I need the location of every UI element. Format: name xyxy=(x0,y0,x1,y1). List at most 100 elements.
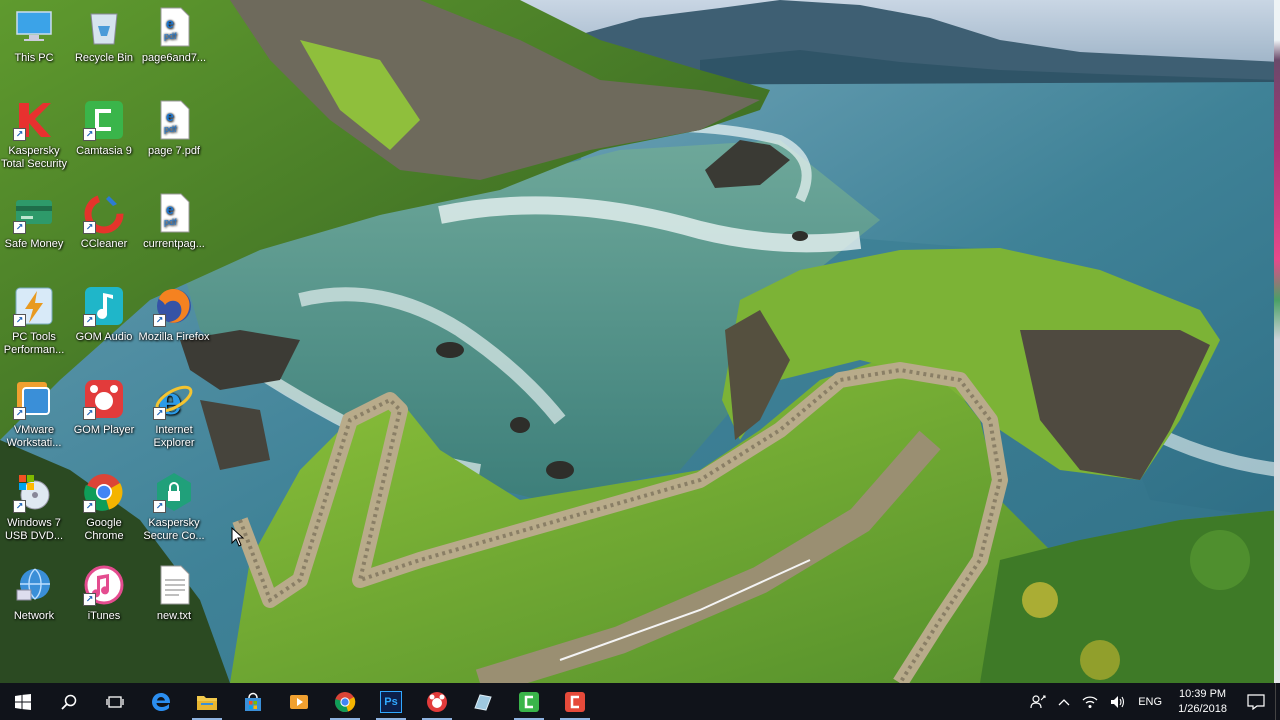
desktop-icon-kaspersky-total-security[interactable]: ↗ Kaspersky Total Security xyxy=(0,93,68,177)
shortcut-arrow-icon: ↗ xyxy=(83,314,96,327)
desktop-icon-gom-audio[interactable]: ↗ GOM Audio xyxy=(70,279,138,363)
desktop-icon-this-pc[interactable]: This PC xyxy=(0,0,68,84)
itunes-icon: ↗ xyxy=(83,564,125,606)
window-edge-strip xyxy=(1274,0,1280,683)
pdf-file-icon: e pdf xyxy=(153,192,195,234)
taskbar-app[interactable] xyxy=(460,683,506,720)
desktop-icon-ccleaner[interactable]: ↗ CCleaner xyxy=(70,186,138,270)
desktop-icon-label: new.txt xyxy=(156,610,192,622)
desktop-icon-vmware-workstati[interactable]: ↗ VMware Workstati... xyxy=(0,372,68,456)
desktop-icon-kaspersky-secure-co[interactable]: ↗ Kaspersky Secure Co... xyxy=(140,465,208,549)
wifi-icon xyxy=(1082,695,1098,708)
desktop-icon-currentpag[interactable]: e pdf currentpag... xyxy=(140,186,208,270)
show-desktop-button[interactable] xyxy=(1275,683,1280,720)
desktop-icon-pc-tools-performan[interactable]: ↗ PC Tools Performan... xyxy=(0,279,68,363)
notification-icon xyxy=(1247,693,1265,710)
edge-icon xyxy=(152,692,171,711)
chevron-up-icon xyxy=(1058,698,1070,705)
desktop-icon-camtasia-9[interactable]: ↗ Camtasia 9 xyxy=(70,93,138,177)
tray-show-hidden-button[interactable] xyxy=(1052,683,1076,720)
desktop-icon-page6and7[interactable]: e pdf page6and7... xyxy=(140,0,208,84)
desktop-icon-label: Mozilla Firefox xyxy=(138,331,210,343)
desktop-icon-mozilla-firefox[interactable]: ↗ Mozilla Firefox xyxy=(138,279,210,363)
safe-money-icon: ↗ xyxy=(13,192,55,234)
store-icon xyxy=(245,692,261,711)
desktop[interactable]: This PC Recycle Bin e pdf page6and7... ↗ Kaspe… xyxy=(0,0,1280,720)
desktop-icon-google-chrome[interactable]: ↗ Google Chrome xyxy=(70,465,138,549)
desktop-icon-label: Internet Explorer xyxy=(153,424,195,449)
text-file-icon xyxy=(153,564,195,606)
desktop-icon-label: page 7.pdf xyxy=(148,145,200,157)
action-center-button[interactable] xyxy=(1237,683,1275,720)
shortcut-arrow-icon: ↗ xyxy=(83,128,96,141)
camtasia-icon: ↗ xyxy=(83,99,125,141)
people-icon xyxy=(1030,694,1046,708)
task-view-icon xyxy=(106,695,124,708)
task-view-button[interactable] xyxy=(92,683,138,720)
photoshop-icon: Ps xyxy=(380,690,402,713)
kaspersky-secure-connection-icon: ↗ xyxy=(153,471,195,513)
pc-tools-icon: ↗ xyxy=(13,285,55,327)
shortcut-arrow-icon: ↗ xyxy=(13,128,26,141)
desktop-icon-itunes[interactable]: ↗ iTunes xyxy=(70,558,138,642)
taskbar-gom-player[interactable] xyxy=(414,683,460,720)
camtasia-recorder-icon xyxy=(565,691,585,712)
taskbar-camtasia[interactable] xyxy=(506,683,552,720)
tray-network-button[interactable] xyxy=(1076,683,1104,720)
desktop-icon-label: CCleaner xyxy=(80,238,128,250)
taskbar-camtasia-recorder[interactable] xyxy=(552,683,598,720)
desktop-icon-label: Windows 7 USB DVD... xyxy=(4,517,64,542)
search-button[interactable] xyxy=(46,683,92,720)
tray-people-button[interactable] xyxy=(1024,683,1052,720)
desktop-icon-label: Kaspersky Total Security xyxy=(0,145,68,170)
shortcut-arrow-icon: ↗ xyxy=(83,221,96,234)
shortcut-arrow-icon: ↗ xyxy=(13,500,26,513)
desktop-icon-new-txt[interactable]: new.txt xyxy=(140,558,208,642)
desktop-icon-recycle-bin[interactable]: Recycle Bin xyxy=(70,0,138,84)
shortcut-arrow-icon: ↗ xyxy=(13,314,26,327)
tray-clock[interactable]: 10:39 PM 1/26/2018 xyxy=(1168,683,1237,720)
search-icon xyxy=(61,694,77,710)
shortcut-arrow-icon: ↗ xyxy=(83,593,96,606)
svg-text:e: e xyxy=(166,108,174,124)
desktop-icon-label: iTunes xyxy=(87,610,121,622)
desktop-icon-label: Safe Money xyxy=(4,238,64,250)
desktop-icon-label: Camtasia 9 xyxy=(76,145,132,157)
taskbar-store[interactable] xyxy=(230,683,276,720)
windows-start-icon xyxy=(15,693,31,710)
shortcut-arrow-icon: ↗ xyxy=(153,314,166,327)
network-icon xyxy=(13,564,55,606)
taskbar-file-explorer[interactable] xyxy=(184,683,230,720)
recycle-bin-icon xyxy=(83,6,125,48)
svg-text:pdf: pdf xyxy=(164,217,177,227)
desktop-icon-label: PC Tools Performan... xyxy=(3,331,65,356)
internet-explorer-icon: e ↗ xyxy=(153,378,195,423)
firefox-icon: ↗ xyxy=(153,285,195,327)
desktop-icon-gom-player[interactable]: ↗ GOM Player xyxy=(70,372,138,456)
shortcut-arrow-icon: ↗ xyxy=(153,500,166,513)
gom-player-icon xyxy=(427,691,447,712)
app-icon xyxy=(474,693,492,711)
desktop-icon-windows-7-usb-dvd[interactable]: ↗ Windows 7 USB DVD... xyxy=(0,465,68,549)
desktop-icon-page-7-pdf[interactable]: e pdf page 7.pdf xyxy=(140,93,208,177)
start-button[interactable] xyxy=(0,683,46,720)
shortcut-arrow-icon: ↗ xyxy=(13,407,26,420)
taskbar-edge[interactable] xyxy=(138,683,184,720)
camtasia-icon xyxy=(519,691,539,712)
taskbar-chrome[interactable] xyxy=(322,683,368,720)
desktop-icon-internet-explorer[interactable]: e ↗ Internet Explorer xyxy=(140,372,208,456)
ccleaner-icon: ↗ xyxy=(83,192,125,234)
taskbar-media-player[interactable] xyxy=(276,683,322,720)
desktop-icon-label: page6and7... xyxy=(141,52,207,64)
taskbar-photoshop[interactable]: Ps xyxy=(368,683,414,720)
svg-text:e: e xyxy=(166,201,174,217)
tray-language-button[interactable]: ENG xyxy=(1132,683,1168,720)
desktop-icon-safe-money[interactable]: ↗ Safe Money xyxy=(0,186,68,270)
this-pc-icon xyxy=(13,6,55,48)
desktop-icon-label: This PC xyxy=(14,52,54,64)
tray-volume-button[interactable] xyxy=(1104,683,1132,720)
system-tray: ENG 10:39 PM 1/26/2018 xyxy=(1024,683,1280,720)
desktop-icon-network[interactable]: Network xyxy=(0,558,68,642)
shortcut-arrow-icon: ↗ xyxy=(83,500,96,513)
media-player-icon xyxy=(290,694,308,709)
